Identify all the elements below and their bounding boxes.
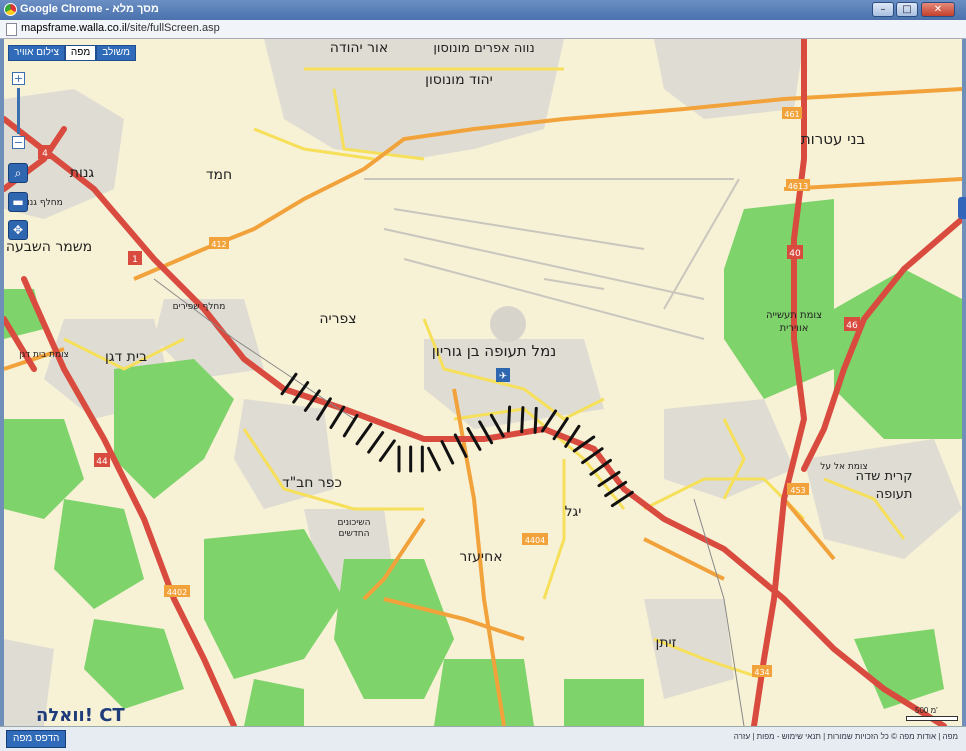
label-tzafria: צפריה [319, 311, 356, 327]
road-badge-40: 40 [787, 245, 803, 259]
tab-aerial[interactable]: צילום אוויר [8, 45, 65, 61]
label-hahadashim: החדשים [338, 529, 369, 539]
window-title: Google Chrome - מסך מלא [20, 3, 159, 15]
label-tzomet-beit-dagan: צומת בית דגן [19, 350, 69, 360]
magnifier-icon[interactable]: ⌕ [8, 163, 28, 183]
zoom-in-button[interactable]: + [12, 72, 25, 85]
label-yehud: יהוד מונוסון [425, 72, 493, 88]
label-mishmar: משמר השבעה [6, 239, 92, 255]
route-hatch-mark [329, 405, 346, 430]
label-bnei-atarot: בני עטרות [801, 130, 866, 148]
road-badge-434: 434 [752, 665, 772, 677]
ruler-icon[interactable]: ▬ [8, 192, 28, 212]
route-hatch-mark [520, 406, 525, 434]
svg-text:40: 40 [789, 249, 801, 259]
svg-text:4: 4 [42, 149, 48, 159]
label-tzomet-taasia: צומת תעשייה [766, 310, 822, 321]
airport-icon: ✈ [496, 368, 510, 382]
zoom-slider-track[interactable] [17, 88, 20, 134]
label-teufa: תעופה [876, 487, 913, 502]
svg-text:1: 1 [132, 255, 138, 265]
svg-text:4404: 4404 [525, 536, 545, 545]
footer-links[interactable]: מפה | אודות מפה © כל הזכויות שמורות | תנ… [734, 732, 958, 741]
label-hemed: חמד [206, 167, 232, 183]
road-badge-412: 412 [209, 237, 229, 249]
label-neve-efraim: נווה אפרים מונוסון [433, 41, 534, 56]
road-badge-453: 453 [787, 483, 809, 495]
svg-text:4613: 4613 [788, 182, 808, 191]
road-badge-46: 46 [844, 317, 860, 331]
road-badge-4: 4 [38, 145, 52, 159]
map-svg: 4 1 412 461 40 4613 46 453 44 4402 4404 … [4, 39, 962, 726]
road-badge-4404: 4404 [522, 533, 548, 545]
pan-icon[interactable]: ✥ [8, 220, 28, 240]
svg-text:453: 453 [790, 486, 805, 495]
airport-runways [364, 178, 740, 340]
label-airit: אווירית [780, 323, 809, 334]
url-text[interactable]: mapsframe.walla.co.il/site/fullScreen.as… [21, 22, 220, 34]
route-hatch-mark [506, 405, 512, 433]
svg-text:46: 46 [846, 321, 858, 331]
tab-map[interactable]: מפה [64, 45, 97, 61]
svg-text:434: 434 [754, 668, 769, 677]
label-kfar-chabad: כפר חב"ד [282, 475, 342, 491]
route-hatch-mark [427, 446, 441, 472]
scale-bar [906, 716, 958, 721]
label-beit-dagan: בית דגן [105, 349, 147, 365]
route-hatch-mark [355, 422, 373, 446]
road-badge-4613: 4613 [786, 179, 810, 191]
tab-hybrid[interactable]: משולב [96, 45, 136, 61]
walla-logo: וואלה! CT [36, 705, 125, 726]
svg-text:4402: 4402 [167, 588, 187, 597]
terminal-building [490, 306, 526, 342]
label-yagel: יגל [565, 504, 582, 520]
side-panel-tab[interactable] [958, 197, 966, 219]
label-hashikunim: השיכונים [337, 518, 370, 528]
title-bar: Google Chrome - מסך מלא – □ ✕ [0, 0, 966, 20]
route-hatch-mark [342, 413, 359, 438]
road-badge-44: 44 [94, 453, 110, 467]
route-hatch-mark [440, 440, 455, 465]
svg-text:44: 44 [96, 457, 108, 467]
label-airport: נמל תעופה בן גוריון [432, 342, 557, 360]
svg-text:412: 412 [211, 240, 226, 249]
road-badge-461: 461 [782, 107, 802, 119]
print-map-button[interactable]: הדפס מפה [6, 730, 67, 748]
close-button[interactable]: ✕ [921, 2, 955, 17]
svg-text:✈: ✈ [499, 371, 507, 382]
page-icon [6, 23, 17, 36]
label-tzomet-el-al: צומת אל על [820, 462, 867, 472]
label-ganot: גנות [70, 165, 95, 181]
scale-label: 500 מ' [915, 706, 938, 715]
road-badge-4402: 4402 [164, 585, 190, 597]
status-bar: הדפס מפה מפה | אודות מפה © כל הזכויות שמ… [0, 726, 966, 751]
route-hatch-mark [367, 431, 385, 454]
label-or-yehuda: אור יהודה [330, 40, 388, 56]
maximize-button[interactable]: □ [896, 2, 918, 17]
chrome-icon [4, 3, 17, 16]
route-hatch-mark [378, 439, 396, 462]
route-hatch-mark [533, 406, 538, 434]
minimize-button[interactable]: – [872, 2, 894, 17]
label-mehlaf-shafirim: מחלף שפירים [173, 302, 226, 312]
label-achiezer: אחיעזר [459, 549, 502, 565]
label-zeitan: זיתן [656, 635, 677, 651]
address-bar[interactable]: mapsframe.walla.co.il/site/fullScreen.as… [0, 20, 966, 39]
map-canvas[interactable]: 4 1 412 461 40 4613 46 453 44 4402 4404 … [4, 39, 962, 726]
svg-text:461: 461 [784, 110, 799, 119]
road-badge-1: 1 [128, 251, 142, 265]
zoom-out-button[interactable]: − [12, 136, 25, 149]
map-mode-tabs: צילום אוויר מפה משולב [8, 45, 136, 61]
